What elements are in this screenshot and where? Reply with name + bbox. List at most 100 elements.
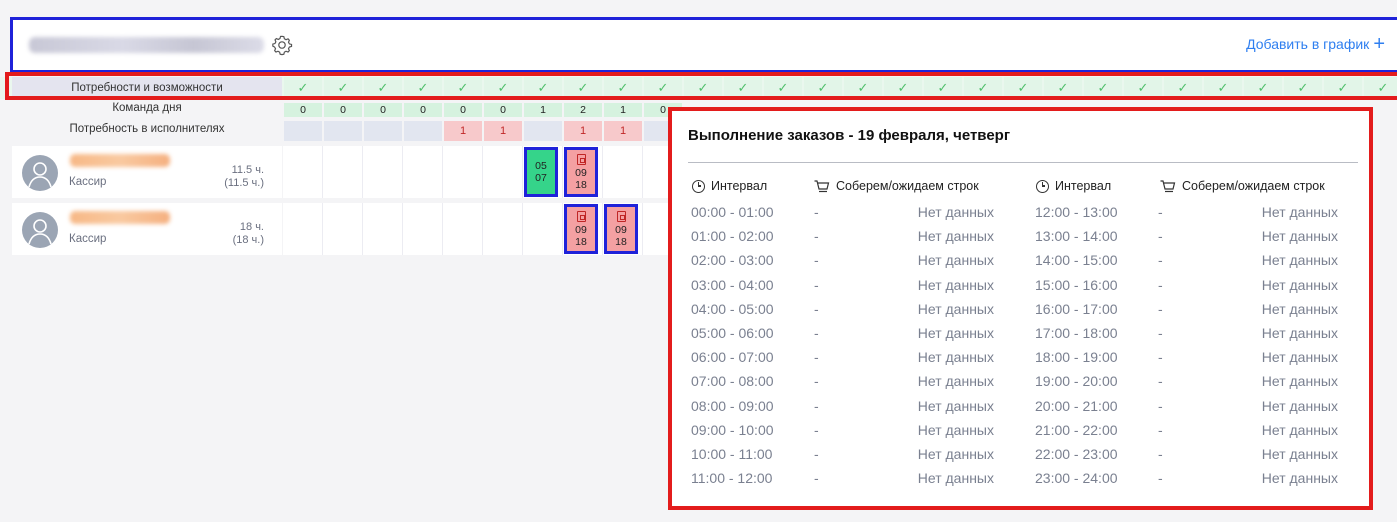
interval-time: 12:00 - 13:00 bbox=[1035, 204, 1118, 220]
demand-row-label: Потребность в исполнителях bbox=[69, 123, 225, 135]
check-icon: ✓ bbox=[1164, 77, 1202, 99]
shift-block[interactable]: 09 18 bbox=[564, 147, 598, 197]
team-count-cell: 0 bbox=[444, 103, 482, 117]
shift-start: 09 bbox=[575, 166, 587, 179]
check-icon: ✓ bbox=[1284, 77, 1322, 99]
interval-header: Интервал bbox=[692, 179, 767, 193]
schedule-cell[interactable] bbox=[363, 146, 403, 198]
order-fulfillment-popup: Выполнение заказов - 19 февраля, четверг… bbox=[668, 107, 1373, 510]
interval-time: 10:00 - 11:00 bbox=[691, 446, 773, 462]
schedule-cell[interactable] bbox=[443, 203, 483, 255]
schedule-cell[interactable] bbox=[323, 146, 363, 198]
needs-row-label: Потребности и возможности bbox=[12, 77, 282, 99]
no-data-label: Нет данных bbox=[1261, 228, 1338, 245]
demand-cell: 1 bbox=[484, 121, 522, 141]
orders-count: - bbox=[1158, 470, 1163, 487]
interval-time: 00:00 - 01:00 bbox=[691, 204, 774, 220]
no-data-label: Нет данных bbox=[1261, 325, 1338, 341]
orders-count: - bbox=[814, 204, 819, 220]
check-icon: ✓ bbox=[284, 77, 322, 99]
hours-value: 11.5 ч. bbox=[231, 164, 264, 176]
check-icon: ✓ bbox=[1084, 77, 1122, 99]
interval-header-label: Интервал bbox=[711, 179, 768, 193]
employee-card[interactable]: Кассир 11.5 ч. (11.5 ч.) bbox=[12, 146, 282, 198]
add-to-schedule-label: Добавить в график bbox=[1246, 36, 1370, 52]
plus-icon: + bbox=[1373, 33, 1385, 55]
interval-time: 06:00 - 07:00 bbox=[691, 349, 774, 366]
no-data-label: Нет данных bbox=[1261, 421, 1338, 438]
schedule-cell[interactable] bbox=[283, 203, 323, 255]
check-icon: ✓ bbox=[324, 77, 362, 99]
check-icon: ✓ bbox=[644, 77, 682, 99]
no-data-label: Нет данных bbox=[917, 252, 994, 269]
interval-time: 17:00 - 18:00 bbox=[1035, 325, 1118, 341]
orders-count: - bbox=[1158, 373, 1163, 390]
schedule-cell[interactable] bbox=[443, 146, 483, 198]
interval-time: 19:00 - 20:00 bbox=[1035, 373, 1118, 390]
schedule-cell[interactable] bbox=[483, 203, 523, 255]
interval-header: Интервал bbox=[1036, 179, 1111, 193]
add-to-schedule-button[interactable]: Добавить в график + bbox=[1246, 33, 1385, 55]
employee-name-blurred bbox=[70, 154, 170, 167]
check-icon: ✓ bbox=[604, 77, 642, 99]
interval-time: 08:00 - 09:00 bbox=[691, 397, 774, 414]
shift-start: 09 bbox=[615, 223, 627, 236]
shift-end: 18 bbox=[575, 235, 587, 248]
no-data-label: Нет данных bbox=[917, 325, 994, 341]
employee-role: Кассир bbox=[69, 233, 107, 245]
demand-cell bbox=[524, 121, 562, 141]
check-icon: ✓ bbox=[924, 77, 962, 99]
no-data-label: Нет данных bbox=[1261, 446, 1338, 462]
interval-time: 04:00 - 05:00 bbox=[691, 300, 774, 317]
schedule-cell[interactable] bbox=[323, 203, 363, 255]
orders-count: - bbox=[1158, 300, 1163, 317]
shift-end: 18 bbox=[575, 178, 587, 191]
schedule-cell[interactable] bbox=[603, 146, 643, 198]
orders-count: - bbox=[814, 470, 819, 487]
avatar bbox=[22, 212, 58, 248]
shift-block[interactable]: 05 07 bbox=[524, 147, 558, 197]
orders-count: - bbox=[1158, 325, 1163, 341]
team-count-cell: 0 bbox=[364, 103, 402, 117]
team-count-cell: 2 bbox=[564, 103, 602, 117]
orders-count: - bbox=[814, 421, 819, 438]
schedule-cell[interactable] bbox=[523, 203, 563, 255]
orders-count: - bbox=[814, 276, 819, 293]
interval-time: 02:00 - 03:00 bbox=[691, 252, 774, 269]
avatar bbox=[22, 155, 58, 191]
schedule-cell[interactable] bbox=[283, 146, 323, 198]
no-data-label: Нет данных bbox=[917, 228, 994, 245]
check-icon: ✓ bbox=[1244, 77, 1282, 99]
shift-start: 09 bbox=[575, 223, 587, 236]
schedule-cell[interactable] bbox=[403, 146, 443, 198]
check-icon: ✓ bbox=[884, 77, 922, 99]
employee-card[interactable]: Кассир 18 ч. (18 ч.) bbox=[12, 203, 282, 255]
employee-role: Кассир bbox=[69, 176, 107, 188]
team-count-cell: 0 bbox=[484, 103, 522, 117]
interval-time: 20:00 - 21:00 bbox=[1035, 397, 1118, 414]
schedule-cell[interactable] bbox=[363, 203, 403, 255]
check-icon: ✓ bbox=[964, 77, 1002, 99]
check-icon: ✓ bbox=[1124, 77, 1162, 99]
demand-cell bbox=[324, 121, 362, 141]
no-data-label: Нет данных bbox=[917, 300, 994, 317]
shift-block[interactable]: 09 18 bbox=[564, 204, 598, 254]
hours-sub: (11.5 ч.) bbox=[224, 177, 264, 189]
shift-block[interactable]: 09 18 bbox=[604, 204, 638, 254]
schedule-cell[interactable] bbox=[483, 146, 523, 198]
interval-time: 22:00 - 23:00 bbox=[1035, 446, 1118, 462]
shift-end: 07 bbox=[535, 172, 547, 184]
interval-time: 01:00 - 02:00 bbox=[691, 228, 774, 245]
gear-icon[interactable] bbox=[271, 34, 293, 56]
schedule-cell[interactable] bbox=[403, 203, 443, 255]
popup-title: Выполнение заказов - 19 февраля, четверг bbox=[688, 127, 1011, 144]
check-icon: ✓ bbox=[684, 77, 722, 99]
check-icon: ✓ bbox=[724, 77, 762, 99]
interval-time: 07:00 - 08:00 bbox=[691, 373, 774, 390]
interval-time: 18:00 - 19:00 bbox=[1035, 349, 1118, 366]
popup-divider bbox=[688, 162, 1358, 163]
document-icon bbox=[616, 210, 626, 222]
check-icon: ✓ bbox=[484, 77, 522, 99]
orders-count: - bbox=[814, 373, 819, 390]
team-count-cell: 1 bbox=[524, 103, 562, 117]
